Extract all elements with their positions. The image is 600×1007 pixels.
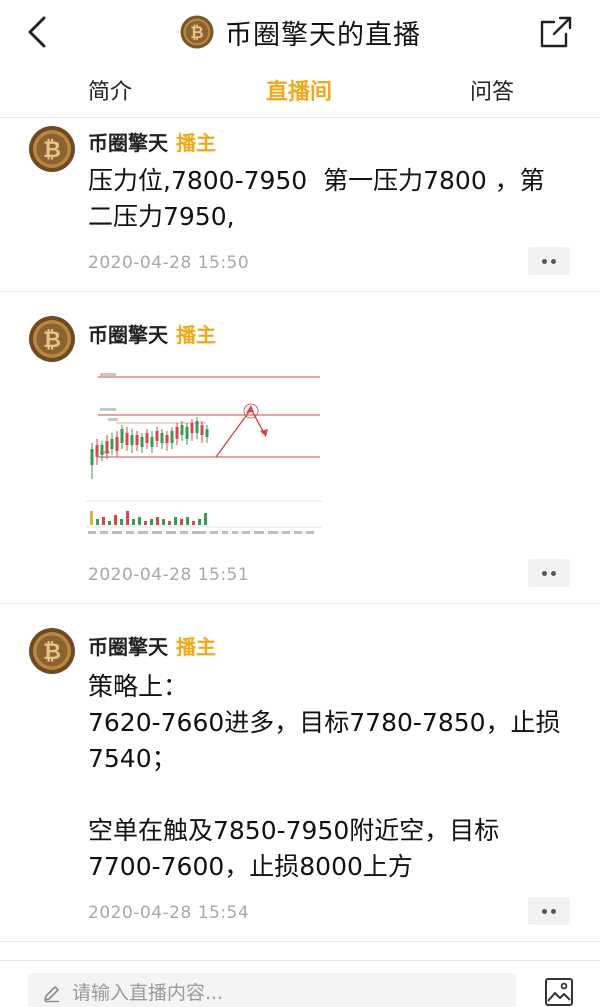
host-badge: 播主 <box>176 323 216 347</box>
dot-icon <box>542 908 547 914</box>
tab-live-room[interactable]: 直播间 <box>266 74 332 106</box>
bitcoin-avatar-icon[interactable]: ₿ <box>28 125 76 173</box>
host-badge: 播主 <box>176 131 216 155</box>
post-text: 策略上： 7620-7660进多，目标7780-7850，止损7540； 空单在… <box>88 672 561 881</box>
live-post: ₿ 币圈擎天 播主 压力位,7800-7950 第一压力7800 ，第二压力79… <box>0 119 600 292</box>
bitcoin-avatar-icon[interactable]: ₿ <box>28 627 76 675</box>
more-options-button[interactable] <box>528 897 570 925</box>
share-external-icon <box>540 16 572 48</box>
composer-input-box[interactable] <box>28 973 516 1007</box>
dot-icon <box>542 258 547 264</box>
svg-text:₿: ₿ <box>190 23 203 42</box>
live-room-screen: ₿ 币圈擎天的直播 简介 直播间 问答 ₿ 币圈擎天 播主 压力位,7800-7… <box>0 0 600 1007</box>
dot-icon <box>542 570 547 576</box>
more-options-button[interactable] <box>528 559 570 587</box>
candlestick-chart-image[interactable] <box>86 361 322 539</box>
top-nav-bar: ₿ 币圈擎天的直播 <box>0 0 600 64</box>
more-options-button[interactable] <box>528 247 570 275</box>
post-timestamp: 2020-04-28 15:50 <box>88 253 250 273</box>
dot-icon <box>551 570 556 576</box>
composer-bar <box>0 960 600 1007</box>
live-post: ₿ 币圈擎天 播主 2020-04-28 15:51 <box>0 293 600 604</box>
pencil-icon <box>44 986 59 1003</box>
dot-icon <box>551 908 556 914</box>
author-name[interactable]: 币圈擎天 <box>88 319 168 348</box>
tab-intro[interactable]: 简介 <box>88 74 132 106</box>
post-timestamp: 2020-04-28 15:51 <box>88 565 250 585</box>
insert-image-button[interactable] <box>544 977 574 1007</box>
author-name[interactable]: 币圈擎天 <box>88 127 168 156</box>
host-badge: 播主 <box>176 635 216 659</box>
image-icon <box>545 978 573 1006</box>
share-button[interactable] <box>538 14 574 50</box>
page-title: 币圈擎天的直播 <box>225 19 421 51</box>
post-timestamp: 2020-04-28 15:54 <box>88 903 250 923</box>
post-text: 压力位,7800-7950 第一压力7800 ，第二压力7950, <box>88 166 545 231</box>
bitcoin-avatar-icon[interactable]: ₿ <box>28 315 76 363</box>
page-title-group: ₿ 币圈擎天的直播 <box>0 10 600 54</box>
author-line: 币圈擎天 播主 <box>88 127 216 156</box>
tab-qa[interactable]: 问答 <box>470 74 514 106</box>
author-line: 币圈擎天 播主 <box>88 319 216 348</box>
author-line: 币圈擎天 播主 <box>88 631 216 660</box>
svg-text:₿: ₿ <box>43 640 61 665</box>
bitcoin-avatar-icon: ₿ <box>180 15 214 49</box>
composer-input[interactable] <box>72 982 492 1004</box>
tab-bar: 简介 直播间 问答 <box>0 66 600 118</box>
author-name[interactable]: 币圈擎天 <box>88 631 168 660</box>
live-post: ₿ 币圈擎天 播主 策略上： 7620-7660进多，目标7780-7850，止… <box>0 605 600 942</box>
dot-icon <box>551 258 556 264</box>
svg-text:₿: ₿ <box>43 138 61 163</box>
svg-text:₿: ₿ <box>43 328 61 353</box>
